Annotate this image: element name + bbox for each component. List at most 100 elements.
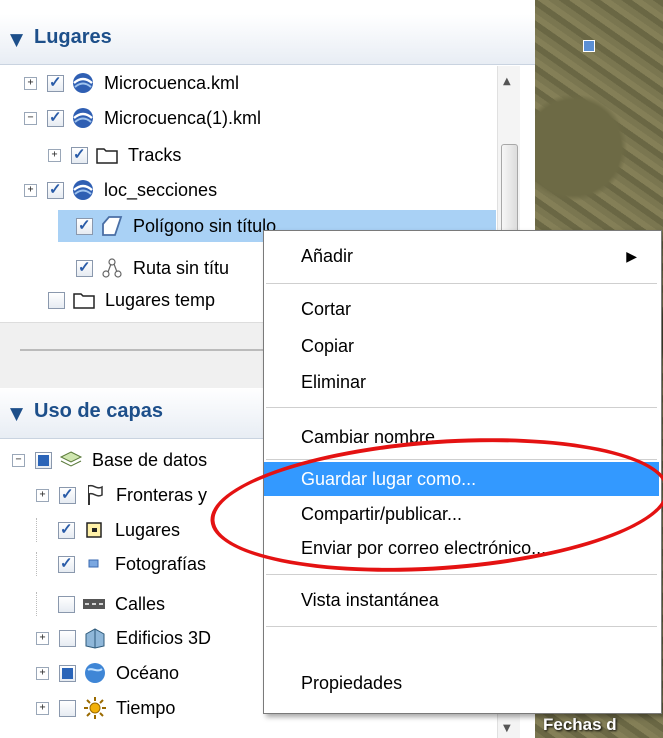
layer-item-fronteras[interactable]: + Fronteras y — [36, 479, 207, 511]
menu-item-label: Enviar por correo electrónico... — [301, 537, 547, 558]
submenu-arrow-icon: ▶ — [626, 247, 637, 264]
checkbox[interactable] — [47, 180, 64, 199]
tree-item-microcuenca-1[interactable]: − Microcuenca(1).kml — [24, 102, 261, 134]
tree-item-lugares-temporales[interactable]: Lugares temp — [48, 284, 215, 316]
tree-item-loc-secciones[interactable]: + loc_secciones — [24, 174, 217, 206]
expand-icon[interactable]: + — [36, 488, 49, 502]
tree-item-label: Ruta sin títu — [133, 257, 230, 278]
tree-line — [36, 518, 48, 542]
expand-icon[interactable]: + — [48, 148, 61, 162]
menu-item-label: Propiedades — [301, 672, 403, 693]
menu-item-label: Guardar lugar como... — [301, 468, 477, 489]
photo-icon — [81, 552, 107, 576]
expand-icon[interactable]: + — [24, 76, 37, 90]
collapse-triangle-icon[interactable]: ▼ — [10, 30, 23, 50]
layer-item-label: Lugares — [115, 519, 181, 540]
menu-separator — [266, 626, 657, 627]
tree-item-tracks[interactable]: + Tracks — [48, 139, 181, 171]
tree-line — [36, 552, 48, 576]
network-link-icon — [70, 106, 96, 130]
menu-item-cortar[interactable]: Cortar — [264, 292, 659, 326]
flag-borders-icon — [82, 483, 108, 507]
expand-icon[interactable]: + — [36, 631, 49, 645]
menu-item-label: Eliminar — [301, 371, 367, 392]
layer-item-label: Base de datos — [92, 449, 208, 470]
map-marker-icon[interactable] — [583, 40, 595, 52]
tree-item-microcuenca[interactable]: + Microcuenca.kml — [24, 67, 239, 99]
path-icon — [99, 256, 125, 280]
layer-item-label: Edificios 3D — [116, 627, 212, 648]
places-panel-title: Lugares — [34, 26, 112, 48]
menu-item-label: Añadir — [301, 245, 354, 266]
tree-line — [36, 592, 48, 616]
tree-item-label: loc_secciones — [104, 179, 218, 200]
menu-item-guardar-lugar-como[interactable]: Guardar lugar como... — [264, 462, 659, 496]
ocean-globe-icon — [82, 661, 108, 685]
layer-item-lugares[interactable]: Lugares — [36, 514, 180, 546]
checkbox[interactable] — [35, 451, 52, 469]
checkbox[interactable] — [59, 699, 76, 717]
menu-item-propiedades[interactable]: Propiedades — [264, 666, 659, 700]
folder-icon — [94, 143, 120, 167]
expand-icon[interactable]: + — [36, 666, 49, 680]
checkbox[interactable] — [47, 73, 64, 92]
layers-panel-title: Uso de capas — [34, 400, 163, 422]
layers-stack-icon — [58, 448, 84, 472]
place-label-icon — [81, 518, 107, 542]
menu-item-vista-instantanea[interactable]: Vista instantánea — [264, 583, 659, 617]
scroll-down-icon[interactable]: ▼ — [503, 723, 511, 734]
sun-weather-icon — [82, 696, 108, 720]
menu-item-cambiar-nombre[interactable]: Cambiar nombre — [264, 420, 659, 454]
menu-item-copiar[interactable]: Copiar — [264, 329, 659, 363]
collapse-icon[interactable]: − — [12, 453, 25, 467]
building-3d-icon — [82, 626, 108, 650]
context-menu: Añadir ▶ Cortar Copiar Eliminar Cambiar … — [263, 230, 662, 714]
layer-item-label: Océano — [116, 662, 180, 683]
layer-item-calles[interactable]: Calles — [36, 588, 165, 620]
checkbox[interactable] — [58, 595, 75, 613]
tree-item-label: Microcuenca(1).kml — [104, 107, 262, 128]
expand-icon[interactable]: + — [36, 701, 49, 715]
checkbox[interactable] — [59, 629, 76, 647]
polygon-icon — [99, 214, 125, 238]
checkbox[interactable] — [47, 108, 64, 127]
layer-item-label: Fronteras y — [116, 484, 208, 505]
layer-item-label: Calles — [115, 593, 166, 614]
network-link-icon — [70, 71, 96, 95]
menu-item-anadir[interactable]: Añadir ▶ — [264, 239, 659, 273]
map-date-caption: Fechas d — [543, 715, 617, 734]
checkbox[interactable] — [71, 145, 88, 164]
layer-item-base-datos[interactable]: − Base de datos — [12, 444, 207, 476]
scroll-up-icon[interactable]: ▲ — [503, 76, 511, 87]
menu-separator — [266, 283, 657, 284]
tree-item-label: Microcuenca.kml — [104, 72, 240, 93]
layer-item-tiempo[interactable]: + Tiempo — [36, 692, 175, 724]
layer-item-label: Fotografías — [115, 553, 207, 574]
collapse-icon[interactable]: − — [24, 111, 37, 125]
menu-item-label: Compartir/publicar... — [301, 503, 463, 524]
layer-item-oceano[interactable]: + Océano — [36, 657, 179, 689]
menu-item-label: Cambiar nombre — [301, 426, 436, 447]
tree-item-ruta[interactable]: Ruta sin títu — [58, 252, 229, 284]
network-link-icon — [70, 178, 96, 202]
checkbox[interactable] — [48, 291, 65, 309]
tree-item-label: Polígono sin título — [133, 215, 277, 236]
tree-item-label: Lugares temp — [105, 289, 216, 310]
places-panel-header[interactable]: ▼ Lugares — [0, 14, 535, 65]
menu-item-label: Vista instantánea — [301, 589, 439, 610]
checkbox[interactable] — [59, 664, 76, 682]
menu-item-compartir-publicar[interactable]: Compartir/publicar... — [264, 497, 659, 531]
layer-item-label: Tiempo — [116, 697, 176, 718]
menu-separator — [266, 407, 657, 408]
checkbox[interactable] — [76, 216, 93, 235]
checkbox[interactable] — [58, 520, 75, 539]
layer-item-fotografias[interactable]: Fotografías — [36, 548, 206, 580]
collapse-triangle-icon[interactable]: ▼ — [10, 404, 23, 424]
menu-item-enviar-correo[interactable]: Enviar por correo electrónico... — [264, 531, 659, 565]
checkbox[interactable] — [59, 485, 76, 504]
expand-icon[interactable]: + — [24, 183, 37, 197]
menu-item-eliminar[interactable]: Eliminar — [264, 365, 659, 399]
checkbox[interactable] — [76, 258, 93, 277]
checkbox[interactable] — [58, 554, 75, 573]
layer-item-edificios[interactable]: + Edificios 3D — [36, 622, 211, 654]
